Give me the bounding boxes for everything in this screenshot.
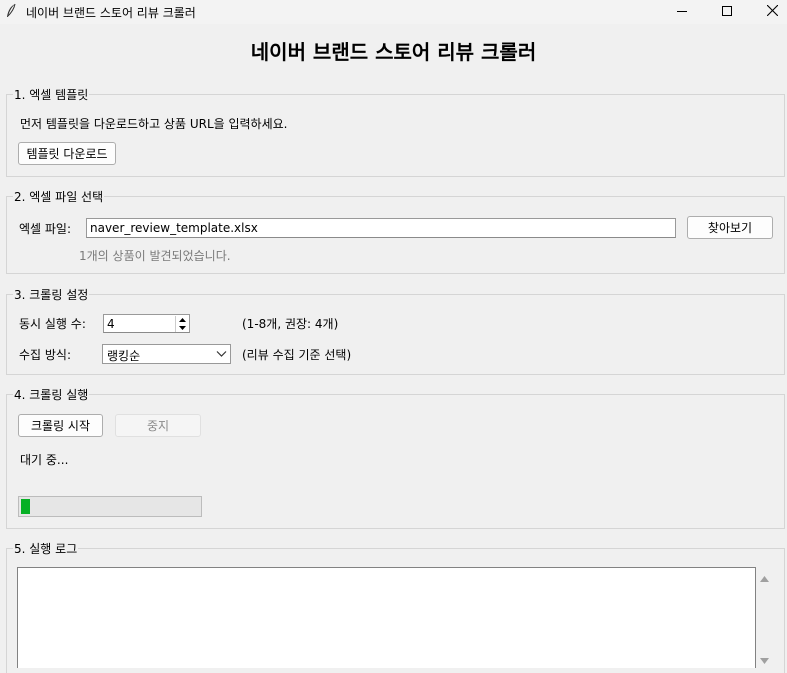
section-legend: 5. 실행 로그 (13, 540, 79, 557)
log-textarea[interactable] (17, 567, 756, 668)
concurrency-label: 동시 실행 수: (19, 317, 86, 331)
scroll-down-icon[interactable] (760, 653, 769, 667)
scroll-up-icon[interactable] (760, 571, 769, 585)
method-label: 수집 방식: (19, 348, 72, 362)
concurrency-value: 4 (107, 317, 115, 331)
window-titlebar: 네이버 브랜드 스토어 리뷰 크롤러 (0, 0, 787, 24)
run-section: 4. 크롤링 실행 크롤링 시작 중지 대기 중... (6, 386, 785, 529)
page-title: 네이버 브랜드 스토어 리뷰 크롤러 (250, 40, 537, 64)
template-description: 먼저 템플릿을 다운로드하고 상품 URL을 입력하세요. (20, 117, 288, 131)
file-label: 엑셀 파일: (19, 222, 72, 236)
file-status-text: 1개의 상품이 발견되었습니다. (79, 249, 231, 263)
section-legend: 4. 크롤링 실행 (13, 386, 90, 403)
feather-icon (5, 3, 17, 22)
settings-section: 3. 크롤링 설정 동시 실행 수: 4 (1-8개, 권장: 4개) 수집 방… (6, 286, 785, 375)
template-section: 1. 엑셀 템플릿 먼저 템플릿을 다운로드하고 상품 URL을 입력하세요. … (6, 86, 785, 177)
maximize-icon (722, 5, 732, 19)
download-template-button[interactable]: 템플릿 다운로드 (18, 142, 116, 165)
method-hint: (리뷰 수집 기준 선택) (242, 348, 352, 362)
chevron-down-icon (216, 348, 227, 362)
browse-button[interactable]: 찾아보기 (687, 216, 773, 239)
minimize-button[interactable] (659, 0, 705, 24)
start-crawl-button[interactable]: 크롤링 시작 (18, 414, 103, 437)
window-title: 네이버 브랜드 스토어 리뷰 크롤러 (26, 6, 196, 20)
progress-bar (18, 496, 202, 517)
section-legend: 2. 엑셀 파일 선택 (13, 188, 105, 205)
section-legend: 3. 크롤링 설정 (13, 286, 90, 303)
file-section: 2. 엑셀 파일 선택 엑셀 파일: naver_review_template… (6, 188, 785, 274)
log-scrollbar[interactable] (756, 567, 773, 668)
concurrency-spinbox[interactable]: 4 (103, 314, 190, 333)
run-status-text: 대기 중... (20, 453, 69, 467)
maximize-button[interactable] (704, 0, 750, 24)
minimize-icon (677, 5, 687, 19)
file-path-field[interactable]: naver_review_template.xlsx (86, 218, 676, 238)
section-legend: 1. 엑셀 템플릿 (13, 86, 90, 103)
close-icon (766, 4, 778, 19)
method-value: 랭킹순 (107, 349, 141, 363)
method-select[interactable]: 랭킹순 (102, 344, 231, 364)
concurrency-hint: (1-8개, 권장: 4개) (242, 317, 339, 331)
progress-fill (21, 499, 30, 514)
spin-down-icon[interactable] (175, 324, 188, 332)
stop-button[interactable]: 중지 (115, 414, 201, 437)
spin-up-icon[interactable] (175, 316, 188, 324)
close-button[interactable] (749, 0, 787, 24)
